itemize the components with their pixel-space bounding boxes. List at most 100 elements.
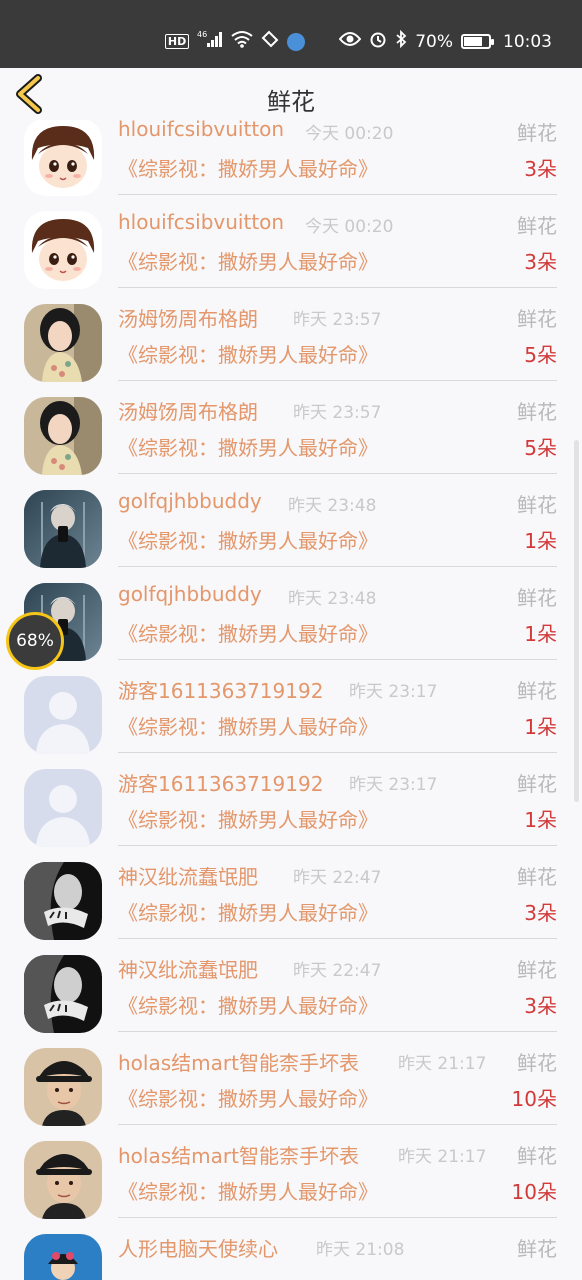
book-title-link[interactable]: 《综影视：撒娇男人最好命》	[118, 711, 378, 740]
book-title-link[interactable]: 《综影视：撒娇男人最好命》	[118, 1083, 378, 1112]
user-name[interactable]: hlouifcsibvuitton	[118, 120, 284, 141]
floating-memory-ball[interactable]: 68%	[6, 612, 64, 670]
timestamp: 昨天 23:48	[288, 589, 377, 609]
user-name[interactable]: golfqjhbbuddy	[118, 582, 262, 606]
avatar[interactable]	[24, 676, 102, 754]
book-title-link[interactable]: 《综影视：撒娇男人最好命》	[118, 1176, 378, 1205]
book-title-link[interactable]: 《综影视：撒娇男人最好命》	[118, 990, 378, 1019]
user-name[interactable]: 人形电脑天使续心	[118, 1233, 278, 1262]
book-title-link[interactable]: 《综影视：撒娇男人最好命》	[118, 432, 378, 461]
gift-type: 鲜花	[517, 958, 557, 982]
list-item[interactable]: hlouifcsibvuitton 今天 00:20 鲜花 《综影视：撒娇男人最好命》…	[0, 203, 582, 296]
flower-count: 5朵	[524, 343, 557, 367]
list-item[interactable]: holas结mart智能柰手坏表 昨天 21:17 鲜花 《综影视：撒娇男人最好命》 1…	[0, 1133, 582, 1226]
book-title-link[interactable]: 《综影视：撒娇男人最好命》	[118, 153, 378, 182]
list-item[interactable]: 汤姆饧周布格朗 昨天 23:57 鲜花《综影视：撒娇男人最好命》 5朵	[0, 296, 582, 389]
user-name[interactable]: 汤姆饧周布格朗	[118, 303, 258, 332]
book-title-link[interactable]: 《综影视：撒娇男人最好命》	[118, 897, 378, 926]
user-name[interactable]: 汤姆饧周布格朗	[118, 396, 258, 425]
gift-type: 鲜花	[517, 493, 557, 517]
hd-icon: HD	[164, 34, 190, 49]
flower-count: 3朵	[524, 901, 557, 925]
flower-count: 1朵	[524, 808, 557, 832]
list-item[interactable]: 人形电脑天使续心 昨天 21:08 鲜花	[0, 1226, 582, 1280]
avatar[interactable]	[24, 490, 102, 568]
timestamp: 昨天 23:17	[349, 682, 438, 702]
timestamp: 昨天 23:17	[349, 775, 438, 795]
divider	[118, 287, 557, 288]
user-name[interactable]: 神汉纰流蠢氓肥	[118, 861, 258, 890]
divider	[118, 194, 557, 195]
bluetooth-icon	[395, 29, 407, 53]
divider	[118, 752, 557, 753]
divider	[118, 473, 557, 474]
flower-count: 3朵	[524, 994, 557, 1018]
gift-type: 鲜花	[517, 865, 557, 889]
battery-percent: 70%	[415, 31, 453, 52]
avatar[interactable]	[24, 1234, 102, 1280]
timestamp: 昨天 23:57	[293, 403, 382, 423]
user-name[interactable]: 游客1611363719192	[118, 768, 323, 797]
user-name[interactable]: 神汉纰流蠢氓肥	[118, 954, 258, 983]
avatar[interactable]	[24, 955, 102, 1033]
flower-count: 1朵	[524, 529, 557, 553]
status-icons: HD 46 70% 10:03	[164, 29, 552, 53]
avatar[interactable]	[24, 211, 102, 289]
battery-icon	[461, 34, 494, 49]
timestamp: 今天 00:20	[305, 217, 394, 237]
flower-count: 3朵	[524, 157, 557, 181]
gift-type: 鲜花	[517, 772, 557, 796]
list-item[interactable]: 游客1611363719192 昨天 23:17 鲜花《综影视：撒娇男人最好命》 1朵	[0, 761, 582, 854]
flower-count: 10朵	[511, 1087, 557, 1111]
book-title-link[interactable]: 《综影视：撒娇男人最好命》	[118, 246, 378, 275]
flower-count: 3朵	[524, 250, 557, 274]
user-name[interactable]: hlouifcsibvuitton	[118, 210, 284, 234]
user-name[interactable]: holas结mart智能柰手坏表	[118, 1140, 359, 1169]
timestamp: 昨天 23:48	[288, 496, 377, 516]
book-title-link[interactable]: 《综影视：撒娇男人最好命》	[118, 525, 378, 554]
list-item[interactable]: hlouifcsibvuitton 今天 00:20 鲜花 《综影视：撒娇男人最好命》…	[0, 120, 582, 203]
gift-type: 鲜花	[517, 679, 557, 703]
avatar[interactable]	[24, 120, 102, 196]
gift-type: 鲜花	[517, 586, 557, 610]
avatar[interactable]	[24, 1048, 102, 1126]
gift-type: 鲜花	[517, 307, 557, 331]
list-item[interactable]: 神汉纰流蠢氓肥 昨天 22:47 鲜花《综影视：撒娇男人最好命》 3朵	[0, 947, 582, 1040]
avatar[interactable]	[24, 304, 102, 382]
divider	[118, 1124, 557, 1125]
timestamp: 昨天 23:57	[293, 310, 382, 330]
list-item[interactable]: golfqjhbbuddy 昨天 23:48 鲜花《综影视：撒娇男人最好命》 1朵	[0, 482, 582, 575]
status-time: 10:03	[503, 31, 552, 52]
avatar[interactable]	[24, 397, 102, 475]
status-bar: HD 46 70% 10:03	[0, 0, 582, 68]
book-title-link[interactable]: 《综影视：撒娇男人最好命》	[118, 618, 378, 647]
app-notification-icon	[287, 32, 306, 51]
eye-icon	[338, 31, 362, 52]
network-type-label: 46	[197, 30, 207, 39]
alarm-icon	[369, 30, 387, 53]
avatar[interactable]	[24, 769, 102, 847]
avatar[interactable]	[24, 862, 102, 940]
list-item[interactable]: holas结mart智能柰手坏表 昨天 21:17 鲜花 《综影视：撒娇男人最好命》 1…	[0, 1040, 582, 1133]
divider	[118, 1031, 557, 1032]
timestamp: 昨天 21:17	[398, 1147, 487, 1167]
divider	[118, 938, 557, 939]
user-name[interactable]: 游客1611363719192	[118, 675, 323, 704]
list-item[interactable]: 游客1611363719192 昨天 23:17 鲜花 《综影视：撒娇男人最好命》 1朵	[0, 668, 582, 761]
page-title: 鲜花	[267, 88, 315, 116]
avatar[interactable]	[24, 1141, 102, 1219]
gift-type: 鲜花	[517, 121, 557, 145]
wifi-icon	[231, 30, 253, 53]
flower-count: 1朵	[524, 622, 557, 646]
list-item[interactable]: golfqjhbbuddy 昨天 23:48 鲜花《综影视：撒娇男人最好命》 1朵	[0, 575, 582, 668]
user-name[interactable]: golfqjhbbuddy	[118, 489, 262, 513]
timestamp: 昨天 22:47	[293, 961, 382, 981]
timestamp: 昨天 21:08	[316, 1240, 405, 1260]
book-title-link[interactable]: 《综影视：撒娇男人最好命》	[118, 804, 378, 833]
divider	[118, 845, 557, 846]
user-name[interactable]: holas结mart智能柰手坏表	[118, 1047, 359, 1076]
book-title-link[interactable]: 《综影视：撒娇男人最好命》	[118, 339, 378, 368]
list-item[interactable]: 神汉纰流蠢氓肥 昨天 22:47 鲜花 《综影视：撒娇男人最好命》 3朵	[0, 854, 582, 947]
list-item[interactable]: 汤姆饧周布格朗 昨天 23:57 鲜花 《综影视：撒娇男人最好命》 5朵	[0, 389, 582, 482]
scrollbar[interactable]	[574, 440, 579, 802]
